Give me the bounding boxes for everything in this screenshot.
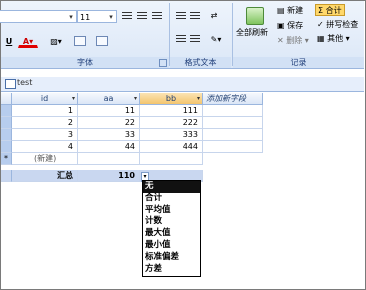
totals-label: 合计 [325, 6, 342, 15]
align-center-icon[interactable] [136, 10, 148, 21]
dialog-launcher-icon[interactable] [159, 59, 167, 67]
save-label: 保存 [287, 21, 304, 30]
align-left-icon[interactable] [121, 10, 133, 21]
row-selector[interactable] [1, 117, 12, 129]
increase-indent-icon[interactable] [189, 10, 201, 21]
list-item[interactable]: 平均值 [143, 205, 200, 217]
rich-text-group-label: 格式文本 [170, 57, 231, 68]
table-cell[interactable]: 3 [12, 129, 78, 141]
table-cell[interactable]: 222 [140, 117, 203, 129]
spelling-label: 拼写检查 [326, 20, 359, 29]
new-record-button[interactable]: ▤ 新建 [277, 5, 303, 16]
save-icon: ▣ [277, 21, 288, 30]
table-cell[interactable]: 11 [78, 105, 140, 117]
sigma-icon: Σ [318, 6, 326, 15]
table-cell[interactable]: 333 [140, 129, 203, 141]
table-cell[interactable]: 44 [78, 141, 140, 153]
column-header-id[interactable]: id ▾ [12, 93, 78, 105]
delete-button[interactable]: ✕ 删除 ▾ [277, 35, 309, 46]
chevron-down-icon[interactable]: ▾ [134, 93, 137, 104]
column-header-label: aa [103, 94, 114, 103]
column-header-label: id [40, 94, 49, 103]
totals-cell-aa[interactable]: 110 [78, 170, 140, 182]
new-record-icon: ▤ [277, 6, 288, 15]
list-item[interactable]: 合计 [143, 193, 200, 205]
ribbon: ▾ 11 ▾ U A▾ ▨▾ 字体 ⇄ ✎▾ 格式文本 全部刷新 ▤ 新建 ▣ 保… [0, 1, 364, 69]
list-item[interactable]: 标准偏差 [143, 252, 200, 264]
font-color-icon[interactable]: A▾ [18, 34, 38, 48]
column-header-aa[interactable]: aa ▾ [78, 93, 140, 105]
fill-color-icon[interactable]: ▨▾ [43, 34, 69, 48]
numbering-icon[interactable] [189, 33, 201, 44]
list-item[interactable]: 计数 [143, 216, 200, 228]
tab-test[interactable]: test [17, 78, 32, 87]
font-size-combo[interactable]: 11 ▾ [77, 10, 117, 23]
table-cell[interactable] [203, 129, 263, 141]
table-cell[interactable]: 111 [140, 105, 203, 117]
decrease-indent-icon[interactable] [175, 10, 187, 21]
records-group-label: 记录 [233, 57, 364, 68]
chevron-down-icon[interactable]: ▾ [197, 93, 200, 104]
list-item[interactable]: 最小值 [143, 240, 200, 252]
font-name-combo[interactable]: ▾ [0, 10, 77, 23]
delete-icon: ✕ [277, 36, 287, 45]
totals-function-list[interactable]: 无 合计 平均值 计数 最大值 最小值 标准偏差 方差 [142, 180, 201, 277]
row-selector[interactable] [1, 105, 12, 117]
column-header-label: bb [165, 94, 177, 103]
refresh-all-button[interactable]: 全部刷新 [236, 27, 268, 38]
chevron-down-icon[interactable]: ▾ [72, 93, 75, 104]
new-row-marker[interactable]: * [1, 153, 12, 165]
chevron-down-icon[interactable]: ▾ [107, 11, 115, 22]
table-cell[interactable] [203, 105, 263, 117]
row-selector[interactable] [1, 129, 12, 141]
text-direction-icon[interactable]: ⇄ [205, 8, 223, 22]
table-cell[interactable] [203, 141, 263, 153]
alternate-fill-icon[interactable] [96, 36, 108, 46]
table-cell[interactable]: 444 [140, 141, 203, 153]
row-selector[interactable] [1, 170, 12, 182]
totals-row-label: 汇总 [12, 170, 78, 182]
table-cell[interactable]: 1 [12, 105, 78, 117]
totals-button[interactable]: Σ 合计 [315, 4, 345, 16]
more-icon: ▦ [317, 34, 328, 43]
table-cell[interactable] [78, 153, 140, 165]
list-item[interactable]: 无 [143, 181, 200, 193]
select-all-corner[interactable] [1, 93, 12, 105]
font-group-label: 字体 [1, 57, 169, 68]
spelling-icon: ✓ [317, 20, 327, 29]
underline-icon[interactable]: U [3, 34, 15, 48]
refresh-icon[interactable] [246, 7, 264, 25]
bullets-icon[interactable] [175, 33, 187, 44]
spelling-button[interactable]: ✓ 拼写检查 [317, 19, 358, 30]
table-cell[interactable]: 4 [12, 141, 78, 153]
save-button[interactable]: ▣ 保存 [277, 20, 303, 31]
more-label: 其他 [327, 34, 344, 43]
column-header-bb[interactable]: bb ▾ [140, 93, 203, 105]
chevron-down-icon[interactable]: ▾ [67, 11, 75, 22]
more-button[interactable]: ▦ 其他 ▾ [317, 33, 350, 44]
list-item[interactable]: 方差 [143, 264, 200, 276]
highlight-icon[interactable]: ✎▾ [205, 32, 227, 46]
gridlines-icon[interactable] [74, 36, 86, 46]
new-record-label: 新建 [287, 6, 304, 15]
list-item[interactable]: 最大值 [143, 228, 200, 240]
align-right-icon[interactable] [151, 10, 163, 21]
table-cell[interactable] [140, 153, 203, 165]
object-tab-bar: test [1, 77, 364, 92]
delete-label: 删除 [286, 36, 303, 45]
table-icon [5, 79, 16, 89]
datasheet: id ▾ aa ▾ bb ▾ 添加新字段 1 11 111 2 22 222 3 33… [1, 93, 364, 188]
new-record-placeholder[interactable]: (新建) [12, 153, 78, 165]
add-new-field-header[interactable]: 添加新字段 [203, 93, 263, 105]
table-cell[interactable]: 22 [78, 117, 140, 129]
table-cell[interactable]: 33 [78, 129, 140, 141]
font-size-value: 11 [80, 13, 91, 22]
table-cell[interactable]: 2 [12, 117, 78, 129]
row-selector[interactable] [1, 141, 12, 153]
table-cell[interactable] [203, 117, 263, 129]
